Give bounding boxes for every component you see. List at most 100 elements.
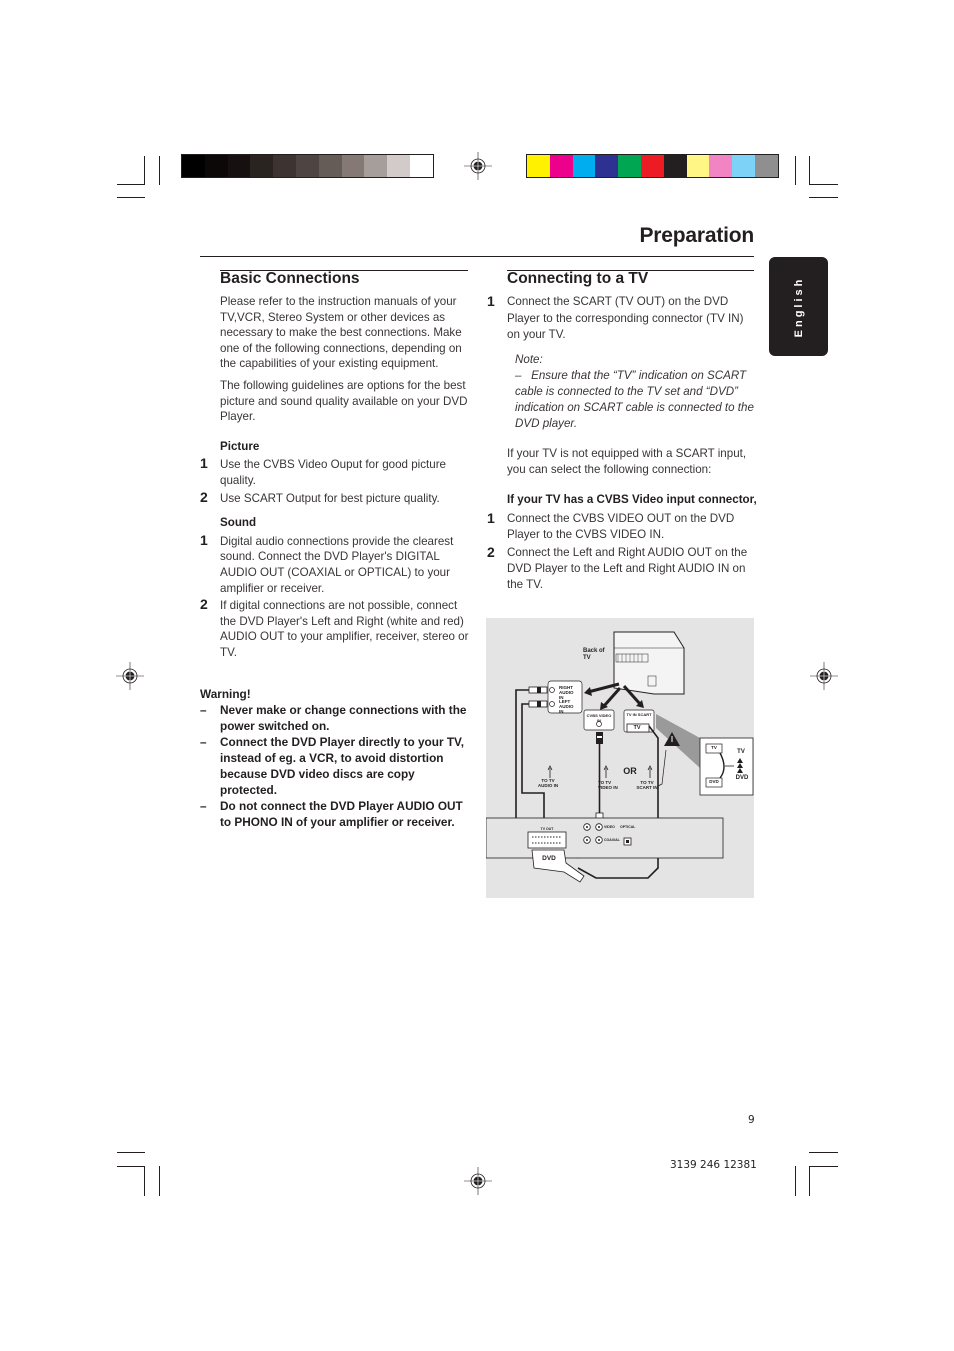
picture-step: 2 Use SCART Output for best picture qual…	[200, 489, 470, 507]
color-swatch	[640, 155, 664, 177]
registration-mark-icon	[464, 1167, 492, 1195]
tv-step: 1 Connect the SCART (TV OUT) on the DVD …	[487, 293, 757, 344]
step-number: 1	[487, 293, 495, 309]
right-audio-in-label: RIGHT AUDIO IN	[559, 685, 574, 700]
gray-swatch	[409, 155, 433, 177]
gray-swatch	[341, 155, 365, 177]
color-swatch	[732, 155, 755, 177]
step-text: Connect the Left and Right AUDIO OUT on …	[507, 545, 748, 591]
or-label: OR	[623, 766, 637, 776]
tv-in-scart-label: TV IN SCART	[626, 712, 652, 717]
step-text: Use SCART Output for best picture qualit…	[220, 491, 440, 505]
video-label: VIDEO	[604, 825, 615, 829]
language-tab-label: English	[792, 276, 805, 337]
grayscale-bar	[181, 154, 434, 178]
note-label: Note:	[515, 352, 543, 366]
warning-item: – Never make or change connections with t…	[200, 703, 467, 733]
sound-step: 1 Digital audio connections provide the …	[200, 532, 470, 596]
optical-label: OPTICAL	[620, 825, 636, 829]
picture-step: 1 Use the CVBS Video Ouput for good pict…	[200, 456, 470, 488]
tv-out-label: TV OUT	[540, 827, 554, 831]
gray-swatch	[182, 155, 205, 177]
crop-mark	[159, 1166, 160, 1196]
tv-plug-label: TV	[633, 725, 641, 731]
scart-out-connector	[527, 831, 567, 849]
step-number: 2	[487, 543, 495, 560]
step-number: 2	[200, 596, 208, 613]
gray-swatch	[364, 155, 388, 177]
warning-text: Connect the DVD Player directly to your …	[220, 735, 465, 797]
dvd-plug-label: DVD	[542, 855, 556, 862]
left-audio-in-label: LEFT AUDIO IN	[559, 699, 574, 714]
crop-mark	[809, 184, 838, 185]
crop-mark	[117, 184, 145, 185]
color-swatch	[618, 155, 641, 177]
page-number: 9	[748, 1114, 755, 1126]
crop-mark	[795, 1166, 796, 1196]
note: Note: – Ensure that the “TV” indication …	[515, 352, 757, 432]
gray-swatch	[273, 155, 296, 177]
intro-paragraph: Please refer to the instruction manuals …	[220, 295, 462, 371]
to-tv-audio-in-label: TO TV AUDIO IN	[537, 778, 559, 788]
step-number: 2	[200, 488, 208, 505]
gray-swatch	[227, 155, 251, 177]
callout-wedge	[656, 714, 700, 768]
warning-item: – Do not connect the DVD Player AUDIO OUT…	[200, 799, 463, 829]
cvbs-video-in-label: CVBS VIDEO IN	[586, 713, 612, 723]
step-number: 1	[487, 509, 495, 526]
section-heading: Connecting to a TV	[507, 270, 649, 287]
crop-mark	[144, 156, 145, 185]
connection-diagram: Back of TV RIGHT AUDIO IN LEFT AUDIO IN …	[486, 618, 754, 898]
gray-swatch	[318, 155, 342, 177]
gray-swatch	[204, 155, 228, 177]
warning-text: Do not connect the DVD Player AUDIO OUT …	[220, 799, 463, 829]
section-heading: Basic Connections	[220, 270, 360, 287]
color-swatch	[754, 155, 778, 177]
step-text: Connect the CVBS VIDEO OUT on the DVD Pl…	[507, 511, 735, 541]
color-bar	[526, 154, 779, 178]
crop-mark	[144, 1166, 145, 1196]
crop-mark	[795, 156, 796, 185]
crop-mark	[809, 1166, 838, 1167]
inset-plug-tv-label: TV	[711, 745, 717, 750]
language-tab: English	[769, 257, 828, 356]
color-swatch	[663, 155, 687, 177]
to-tv-scart-in-label: TO TV SCART IN	[636, 780, 658, 790]
back-of-tv-label: Back of TV	[583, 648, 605, 661]
gray-swatch	[387, 155, 410, 177]
inset-plug-dvd-label: DVD	[709, 779, 719, 784]
registration-mark-icon	[810, 662, 838, 690]
color-swatch	[572, 155, 596, 177]
crop-mark	[809, 197, 838, 198]
color-swatch	[686, 155, 710, 177]
inset-dvd-label: DVD	[735, 775, 749, 781]
registration-mark-icon	[464, 152, 492, 180]
gray-swatch	[295, 155, 319, 177]
step-number: 1	[200, 455, 208, 472]
crop-mark	[117, 1152, 145, 1153]
header-rule	[200, 256, 754, 257]
tv-back-illustration	[613, 631, 685, 695]
gray-swatch	[250, 155, 274, 177]
step-text: Connect the SCART (TV OUT) on the DVD Pl…	[507, 295, 744, 341]
alt-intro: If your TV is not equipped with a SCART …	[507, 446, 747, 476]
registration-mark-icon	[116, 662, 144, 690]
step-number: 1	[200, 531, 208, 548]
subheading-sound: Sound	[220, 516, 257, 530]
step-text: Digital audio connections provide the cl…	[220, 534, 454, 595]
crop-mark	[809, 1152, 838, 1153]
to-tv-video-in-label: TO TV VIDEO IN	[598, 780, 618, 790]
step-text: Use the CVBS Video Ouput for good pictur…	[220, 458, 446, 487]
color-swatch	[527, 155, 550, 177]
crop-mark	[809, 156, 810, 185]
connecting-tv-section: Connecting to a TV 1 Connect the SCART (…	[487, 270, 757, 595]
warning-section: Warning! – Never make or change connectio…	[200, 686, 468, 830]
cvbs-step: 1 Connect the CVBS VIDEO OUT on the DVD …	[487, 510, 757, 543]
color-swatch	[549, 155, 573, 177]
cvbs-step: 2 Connect the Left and Right AUDIO OUT o…	[487, 544, 757, 593]
warning-heading: Warning!	[200, 687, 251, 701]
coaxial-label: COAXIAL	[604, 838, 620, 842]
subheading-picture: Picture	[220, 439, 260, 453]
intro-paragraph: The following guidelines are options for…	[220, 378, 468, 424]
warning-text: Never make or change connections with th…	[220, 703, 467, 733]
